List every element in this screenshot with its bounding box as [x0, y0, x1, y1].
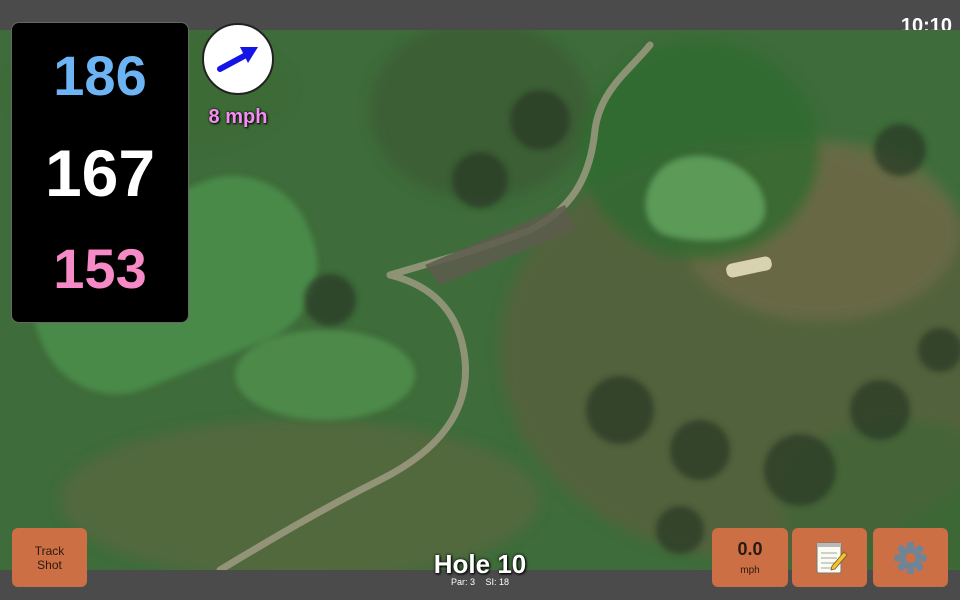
wind-indicator	[202, 23, 274, 95]
hole-title: Hole 10	[433, 549, 527, 579]
wind-direction-arrow-icon	[217, 47, 258, 72]
back-distance: 186	[53, 44, 147, 107]
speed-unit: mph	[740, 565, 760, 576]
track-shot-button[interactable]: Track Shot	[12, 528, 87, 587]
track-shot-label: Track Shot	[34, 544, 65, 572]
notes-button[interactable]	[792, 528, 867, 587]
settings-button[interactable]	[873, 528, 948, 587]
yardage-panel: 186 167 153	[11, 22, 189, 323]
gear-icon	[894, 542, 927, 574]
hole-stroke-index: SI: 18	[485, 577, 510, 587]
hole-info: Par: 3 SI: 18	[380, 577, 580, 587]
hole-par: Par: 3	[450, 577, 475, 587]
middle-distance: 167	[44, 136, 156, 210]
notepad-icon	[816, 542, 848, 574]
front-distance: 153	[53, 237, 147, 300]
speed-value: 0.0	[737, 539, 763, 559]
wind-speed-label: 8 mph	[208, 106, 268, 128]
speed-button[interactable]: 0.0 mph	[712, 528, 788, 587]
